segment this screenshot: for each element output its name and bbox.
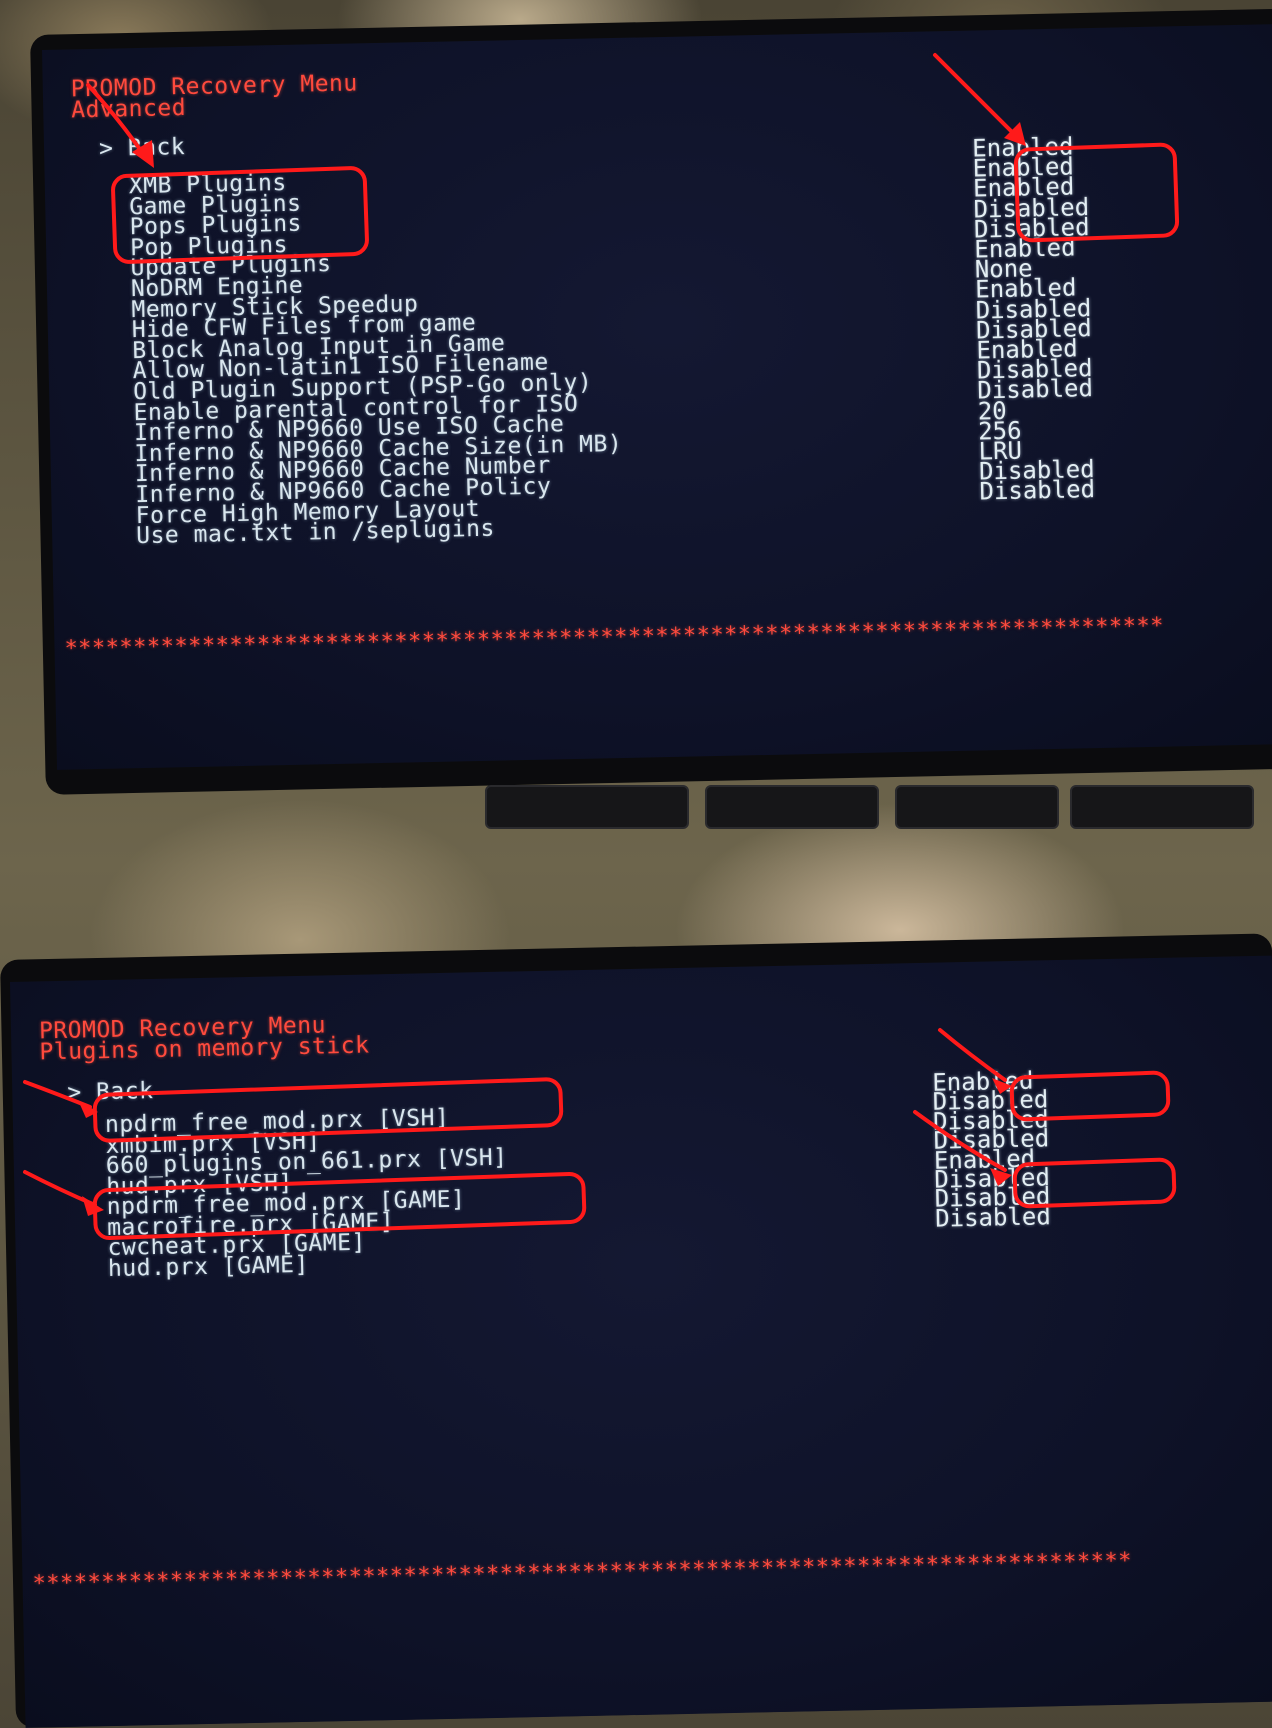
annotation-arrows — [23, 53, 1026, 1216]
arrow-bottom-right-1-icon — [938, 1028, 1007, 1082]
arrow-bottom-right-2-icon — [913, 1110, 1007, 1172]
arrow-top-right-icon — [933, 53, 1020, 140]
arrow-top-left-icon — [86, 83, 148, 160]
